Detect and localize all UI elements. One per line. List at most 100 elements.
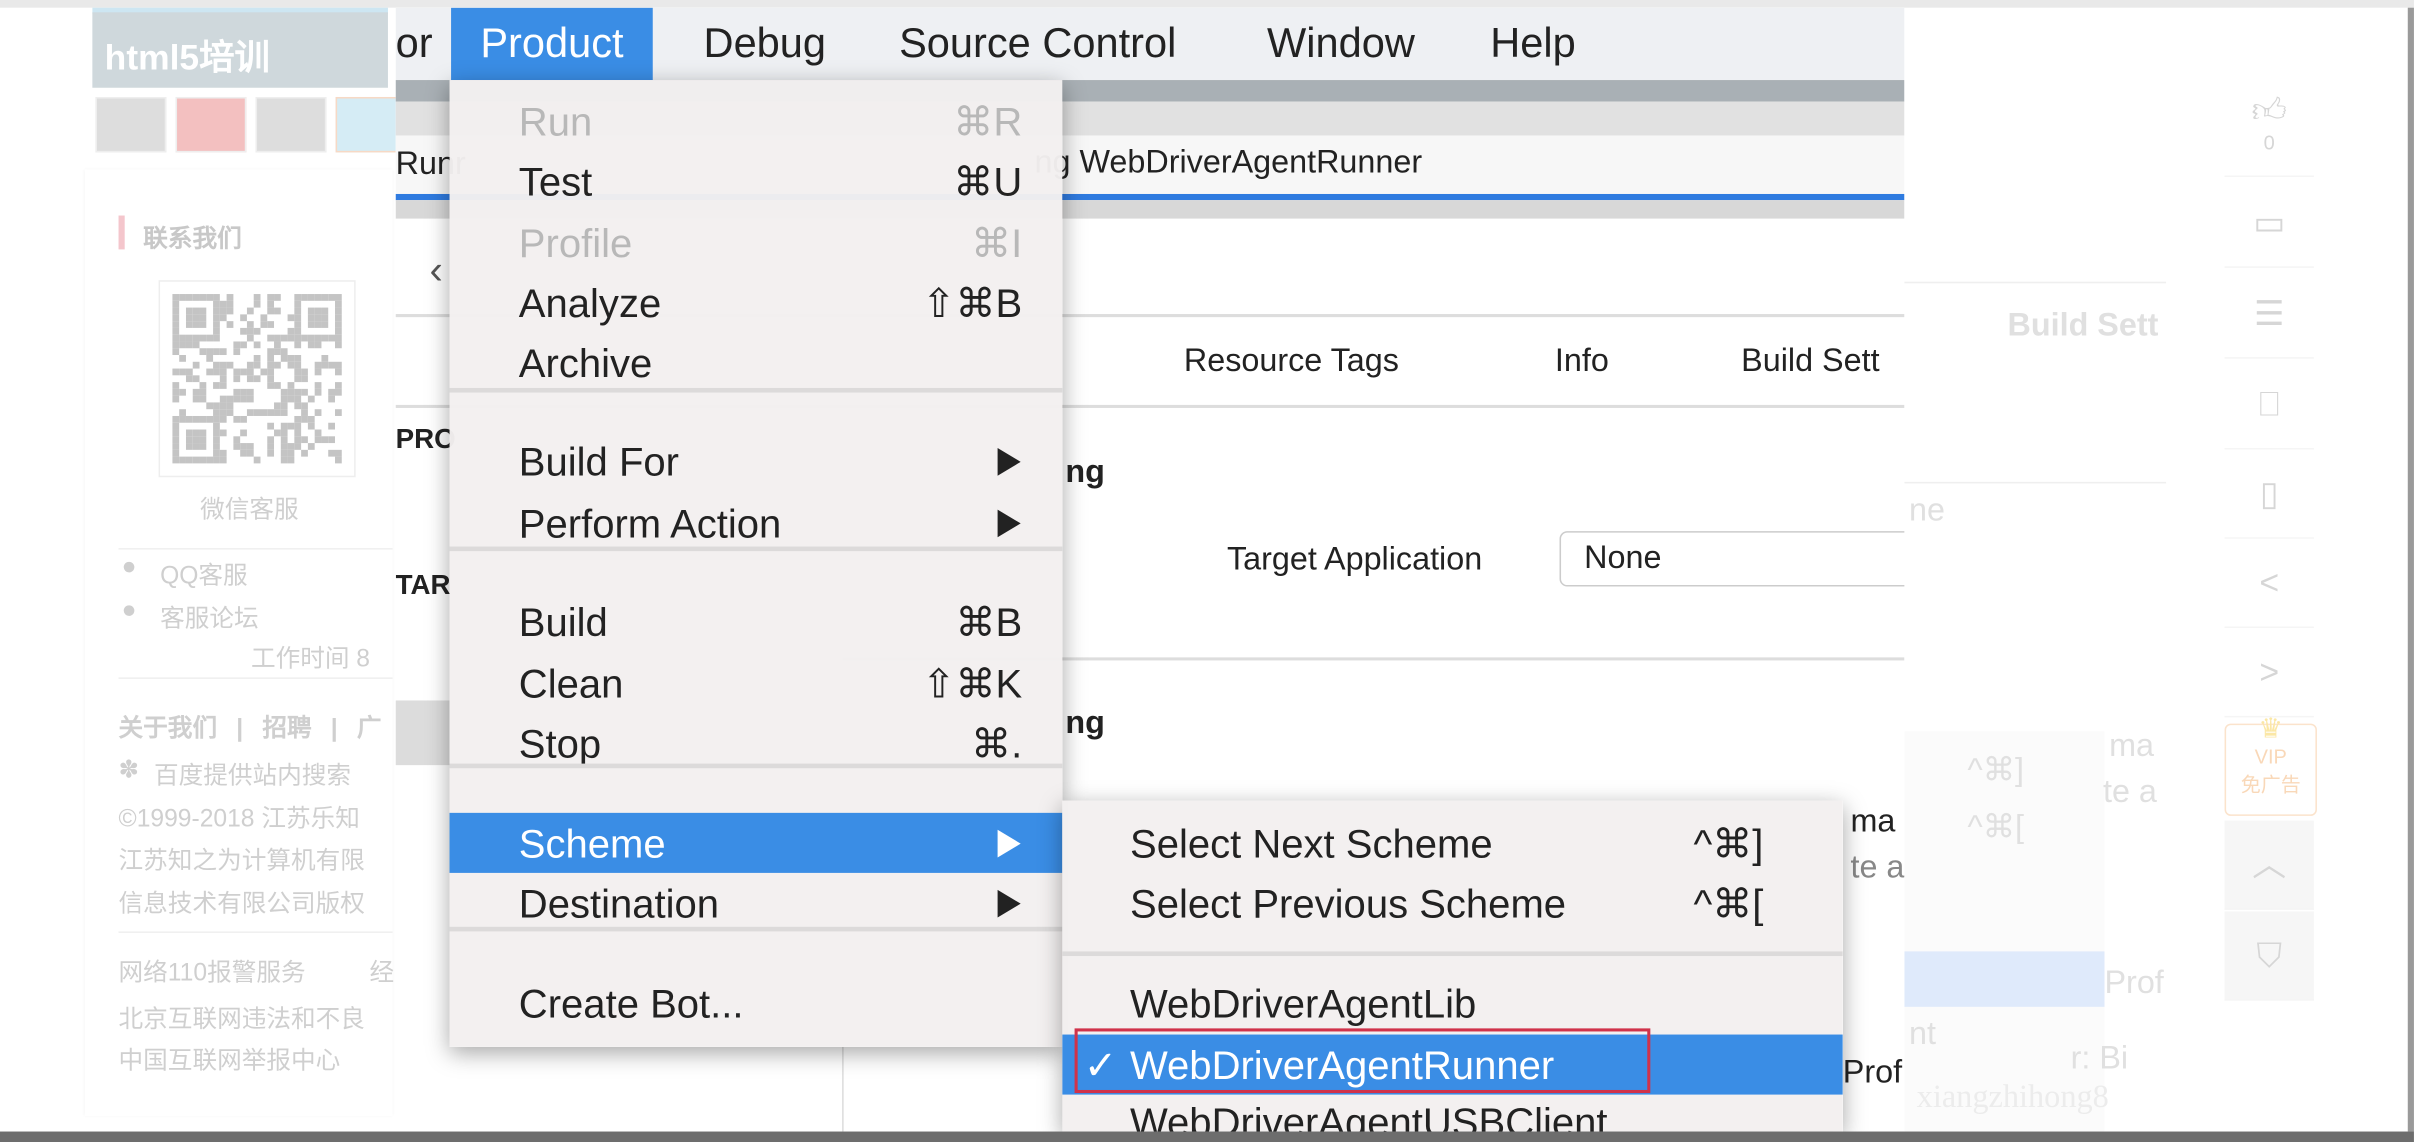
wechat-label: 微信客服 bbox=[200, 497, 299, 524]
menu-separator bbox=[1062, 951, 1843, 957]
like-count: 0 bbox=[2263, 130, 2275, 154]
menu-item-shortcut: ⇧⌘B bbox=[921, 280, 1023, 327]
menu-window[interactable]: Window bbox=[1267, 20, 1415, 68]
report-button[interactable]: ⛉ bbox=[2224, 911, 2314, 1001]
activity-status: ng WebDriverAgentRunner bbox=[1034, 144, 1423, 181]
menu-item-label: WebDriverAgentUSBClient bbox=[1129, 1099, 1608, 1132]
forum-icon: ● bbox=[121, 597, 137, 624]
report-link[interactable]: 中国互联网举报中心 bbox=[119, 1039, 341, 1076]
tab-build-settings[interactable]: Build Sett bbox=[1741, 343, 1879, 380]
menu-item-label: Stop bbox=[518, 720, 602, 767]
menu-editor[interactable]: or bbox=[396, 20, 433, 68]
ghost-fragment: nt bbox=[1908, 1016, 1936, 1052]
thumbnail[interactable] bbox=[175, 96, 247, 153]
menu-item-label: Archive bbox=[518, 340, 653, 387]
menu-item-label: Analyze bbox=[518, 280, 662, 327]
menu-item-shortcut: ⌘U bbox=[953, 158, 1023, 205]
scheme-item-webdriveragentusbclient[interactable]: WebDriverAgentUSBClient bbox=[1062, 1092, 1843, 1132]
menu-item-scheme[interactable]: Scheme bbox=[449, 812, 1063, 873]
comment-button[interactable]: ▭ bbox=[2224, 178, 2314, 268]
divider bbox=[118, 931, 393, 933]
forum-link[interactable]: 客服论坛 bbox=[160, 597, 259, 634]
tablet-icon: ▯ bbox=[2259, 474, 2279, 513]
thumbs-up-icon: 👍︎ bbox=[2251, 90, 2287, 130]
toc-button[interactable]: ☰ bbox=[2224, 269, 2314, 359]
chevron-left-icon: < bbox=[2259, 563, 2280, 602]
work-hours: 工作时间 8 bbox=[250, 646, 371, 673]
target-app-value: None bbox=[1584, 540, 1662, 576]
menu-item-destination[interactable]: Destination bbox=[450, 873, 1063, 933]
menu-item-clean[interactable]: Clean ⇧⌘K bbox=[450, 653, 1063, 713]
back-chevron-icon[interactable]: ‹ bbox=[430, 246, 443, 294]
ghost-tab: Build Sett bbox=[2007, 307, 2159, 344]
bookmark-button[interactable]: ⎕ bbox=[2224, 360, 2314, 450]
next-article-button[interactable]: > bbox=[2224, 628, 2314, 718]
menu-item-analyze[interactable]: Analyze ⇧⌘B bbox=[450, 272, 1063, 332]
annotation-highlight-box bbox=[1074, 1028, 1651, 1094]
selected-target[interactable] bbox=[395, 700, 450, 766]
menu-item-build-for[interactable]: Build For bbox=[450, 431, 1063, 491]
scheme-item-select-previous-scheme[interactable]: Select Previous Scheme ^⌘[ bbox=[1062, 873, 1843, 933]
footer-line: 信息技术有限公司版权 bbox=[118, 891, 365, 918]
ghost-fragment: Prof bbox=[2104, 965, 2164, 1001]
footer-line: ©1999-2018 江苏乐知 bbox=[118, 806, 360, 833]
text-fragment: te a bbox=[1850, 849, 1905, 886]
menu-item-shortcut: ⇧⌘K bbox=[921, 660, 1023, 707]
menu-item-label: Build bbox=[518, 598, 608, 646]
tab-resource-tags[interactable]: Resource Tags bbox=[1184, 343, 1399, 380]
menu-item-label: Test bbox=[518, 158, 593, 205]
thumbnail[interactable] bbox=[95, 96, 167, 153]
bottom-strip bbox=[0, 1131, 2414, 1142]
menu-item-create-bot[interactable]: Create Bot... bbox=[450, 973, 1063, 1033]
menu-item-perform-action[interactable]: Perform Action bbox=[450, 493, 1063, 553]
vip-no-ads-button[interactable]: ♛ VIP 免广告 bbox=[2224, 713, 2317, 816]
ghost-field: ne bbox=[1908, 492, 1945, 529]
menu-item-label: Destination bbox=[518, 880, 720, 927]
target-app-select[interactable]: None bbox=[1559, 531, 1905, 587]
jobs-link[interactable]: 招聘 bbox=[262, 716, 311, 742]
ghost-fragment: r: Bi bbox=[2070, 1040, 2129, 1077]
menu-separator bbox=[449, 546, 1063, 552]
menu-separator bbox=[449, 926, 1063, 932]
menu-item-run[interactable]: Run ⌘R bbox=[450, 91, 1063, 151]
scheme-item-select-next-scheme[interactable]: Select Next Scheme ^⌘] bbox=[1062, 813, 1843, 873]
back-to-top-button[interactable]: ︿ bbox=[2224, 820, 2314, 910]
tab-info[interactable]: Info bbox=[1555, 343, 1609, 380]
shield-icon: ⛉ bbox=[2256, 936, 2282, 975]
divider bbox=[1904, 481, 2167, 484]
menu-debug[interactable]: Debug bbox=[704, 20, 827, 68]
qq-service-link[interactable]: QQ客服 bbox=[160, 554, 248, 591]
menu-item-build[interactable]: Build ⌘B bbox=[450, 591, 1063, 651]
separator: | bbox=[236, 715, 244, 743]
report-link[interactable]: 网络110报警服务 bbox=[119, 951, 306, 988]
menu-item-label: Select Next Scheme bbox=[1129, 820, 1493, 867]
crown-icon: ♛ bbox=[2258, 712, 2284, 744]
ads-link[interactable]: 广 bbox=[357, 716, 382, 742]
like-button[interactable]: 👍︎ 0 bbox=[2224, 73, 2314, 178]
menu-item-shortcut: ^⌘] bbox=[1693, 820, 1764, 867]
thumbnail[interactable] bbox=[255, 96, 327, 153]
window-edge bbox=[2407, 7, 2414, 1132]
menu-item-label: Select Previous Scheme bbox=[1129, 880, 1567, 927]
report-link[interactable]: 北京互联网违法和不良 bbox=[119, 998, 365, 1035]
scheme-item-webdriveragentlib[interactable]: WebDriverAgentLib bbox=[1062, 973, 1843, 1033]
comment-icon: ▭ bbox=[2253, 203, 2286, 242]
bookmark-icon: ⎕ bbox=[2259, 384, 2280, 424]
ghost-shortcut: ^⌘[ bbox=[1967, 809, 2024, 846]
menu-item-shortcut: ⌘R bbox=[953, 98, 1023, 145]
prev-article-button[interactable]: < bbox=[2224, 538, 2314, 629]
about-link[interactable]: 关于我们 bbox=[119, 716, 218, 742]
targets-section-label: TAR bbox=[395, 569, 451, 601]
menu-product[interactable]: Product bbox=[451, 7, 653, 81]
report-link[interactable]: 经 bbox=[369, 951, 394, 988]
menu-help[interactable]: Help bbox=[1490, 20, 1575, 68]
vip-sublabel: 免广告 bbox=[2240, 772, 2301, 796]
menu-item-archive[interactable]: Archive bbox=[450, 333, 1063, 393]
menu-item-profile[interactable]: Profile ⌘I bbox=[450, 212, 1063, 272]
menu-source-control[interactable]: Source Control bbox=[899, 20, 1176, 68]
menu-item-label: Perform Action bbox=[518, 500, 782, 547]
menu-item-test[interactable]: Test ⌘U bbox=[450, 151, 1063, 211]
menu-item-label: WebDriverAgentLib bbox=[1129, 980, 1477, 1027]
text-fragment: ma bbox=[1850, 803, 1896, 840]
mobile-button[interactable]: ▯ bbox=[2224, 449, 2314, 539]
